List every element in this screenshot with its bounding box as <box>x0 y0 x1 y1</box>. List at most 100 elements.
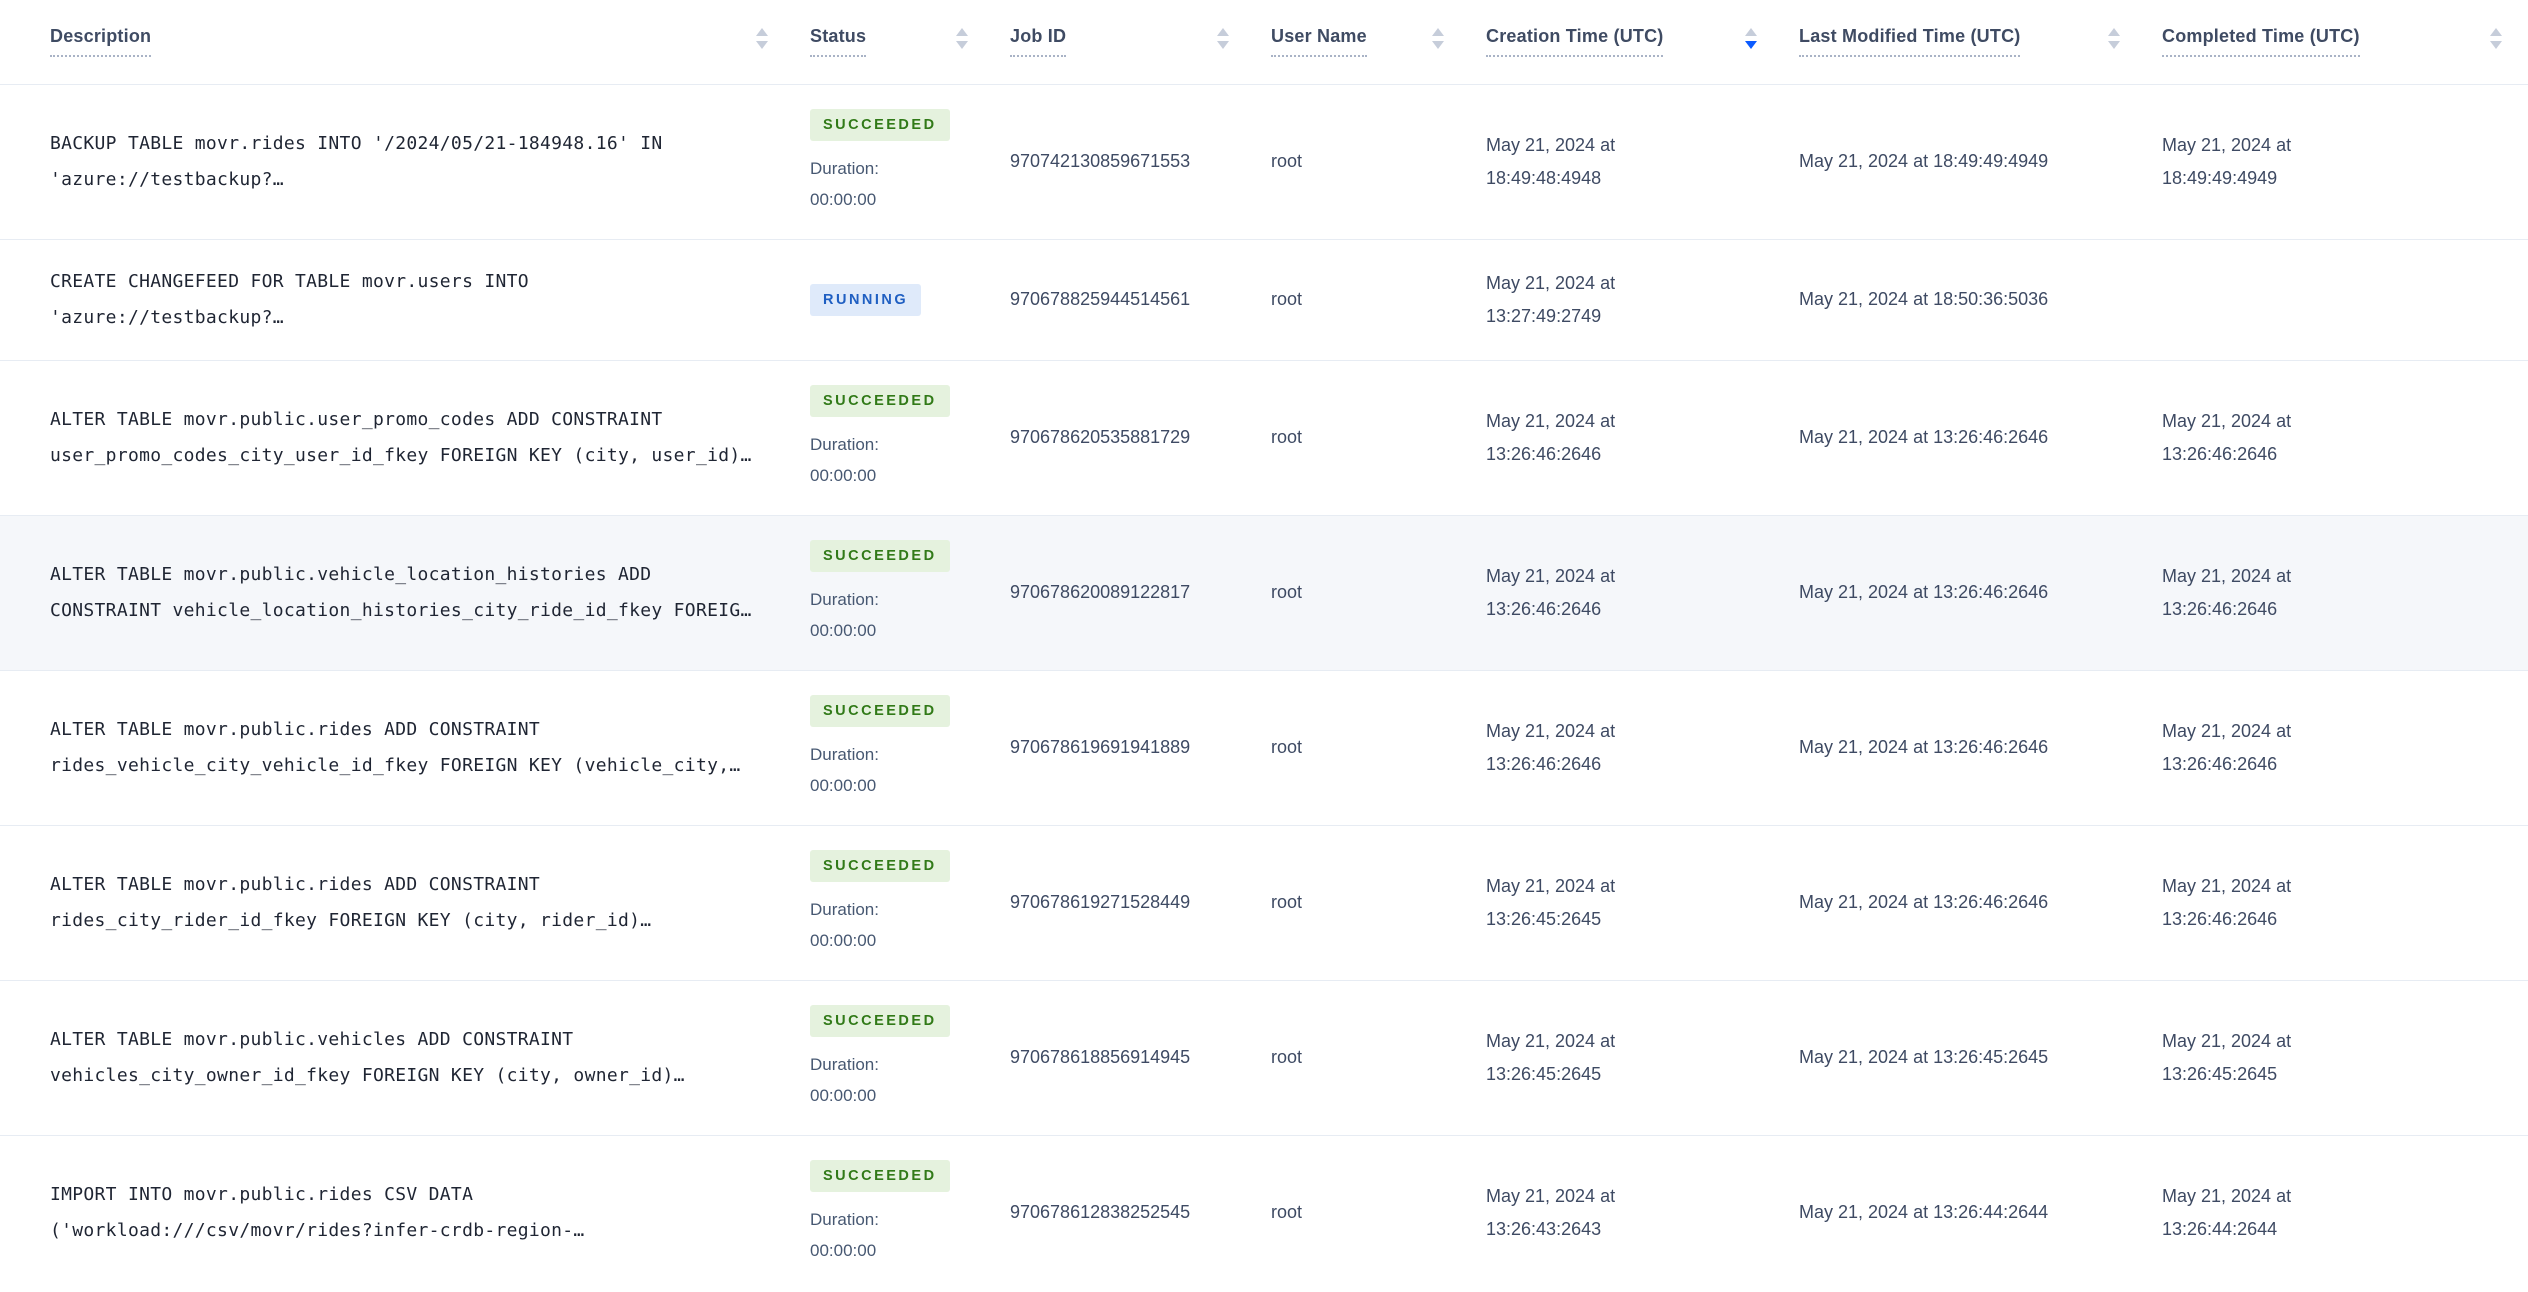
job-description-link[interactable]: IMPORT INTO movr.public.rides CSV DATA (… <box>50 1177 790 1249</box>
creation-time: May 21, 2024 at 13:26:46:2646 <box>1486 565 1616 619</box>
column-header-creation-time-utc[interactable]: Creation Time (UTC) <box>1486 0 1799 85</box>
column-header-last-modified-time-utc[interactable]: Last Modified Time (UTC) <box>1799 0 2162 85</box>
status-badge: SUCCEEDED <box>810 849 950 882</box>
last-modified-time: May 21, 2024 at 18:50:36:5036 <box>1799 289 2049 309</box>
creation-time: May 21, 2024 at 18:49:48:4948 <box>1486 134 1616 188</box>
column-header-job-id[interactable]: Job ID <box>1010 0 1271 85</box>
job-id: 970678825944514561 <box>1010 289 1191 309</box>
jobs-table-body: BACKUP TABLE movr.rides INTO '/2024/05/2… <box>0 84 2528 1290</box>
job-id: 970678620089122817 <box>1010 582 1191 602</box>
job-id: 970678612838252545 <box>1010 1202 1191 1222</box>
job-duration: Duration: 00:00:00 <box>810 1049 1010 1111</box>
user-name: root <box>1271 427 1303 447</box>
completed-time: May 21, 2024 at 13:26:44:2644 <box>2162 1185 2292 1239</box>
duration-value: 00:00:00 <box>810 775 877 795</box>
table-row[interactable]: CREATE CHANGEFEED FOR TABLE movr.users I… <box>0 238 2528 360</box>
user-name: root <box>1271 1202 1303 1222</box>
duration-label: Duration: <box>810 1209 879 1229</box>
duration-label: Duration: <box>810 434 879 454</box>
column-header-label: Creation Time (UTC) <box>1486 26 1664 58</box>
creation-time: May 21, 2024 at 13:26:43:2643 <box>1486 1185 1616 1239</box>
duration-value: 00:00:00 <box>810 930 877 950</box>
duration-label: Duration: <box>810 1054 879 1074</box>
duration-value: 00:00:00 <box>810 1085 877 1105</box>
status-badge: SUCCEEDED <box>810 539 950 572</box>
sort-down-arrow-icon <box>1217 41 1229 50</box>
completed-time: May 21, 2024 at 13:26:46:2646 <box>2162 410 2292 464</box>
job-id: 970678619271528449 <box>1010 892 1191 912</box>
duration-label: Duration: <box>810 589 879 609</box>
job-description-link[interactable]: ALTER TABLE movr.public.user_promo_codes… <box>50 402 790 474</box>
table-row[interactable]: ALTER TABLE movr.public.user_promo_codes… <box>0 359 2528 515</box>
duration-label: Duration: <box>810 158 879 178</box>
sort-down-arrow-icon <box>2490 41 2502 50</box>
completed-time: May 21, 2024 at 18:49:49:4949 <box>2162 134 2292 188</box>
sort-down-arrow-icon <box>1432 41 1444 50</box>
sort-up-arrow-icon <box>1217 28 1229 37</box>
sort-icon <box>756 28 768 50</box>
completed-time: May 21, 2024 at 13:26:45:2645 <box>2162 1030 2292 1084</box>
duration-value: 00:00:00 <box>810 465 877 485</box>
job-id: 970678618856914945 <box>1010 1047 1191 1067</box>
column-header-status[interactable]: Status <box>810 0 1010 85</box>
sort-icon <box>956 28 968 50</box>
user-name: root <box>1271 737 1303 757</box>
duration-label: Duration: <box>810 899 879 919</box>
job-duration: Duration: 00:00:00 <box>810 429 1010 491</box>
last-modified-time: May 21, 2024 at 13:26:46:2646 <box>1799 582 2049 602</box>
user-name: root <box>1271 151 1303 171</box>
table-row[interactable]: BACKUP TABLE movr.rides INTO '/2024/05/2… <box>0 84 2528 239</box>
sort-up-arrow-icon <box>1432 28 1444 37</box>
last-modified-time: May 21, 2024 at 13:26:46:2646 <box>1799 737 2049 757</box>
duration-value: 00:00:00 <box>810 620 877 640</box>
sort-down-arrow-icon <box>2108 41 2120 50</box>
job-description-link[interactable]: CREATE CHANGEFEED FOR TABLE movr.users I… <box>50 264 790 336</box>
status-badge: RUNNING <box>810 283 922 316</box>
sort-up-arrow-icon <box>1745 28 1757 37</box>
table-row[interactable]: ALTER TABLE movr.public.vehicle_location… <box>0 514 2528 670</box>
job-id: 970678619691941889 <box>1010 737 1191 757</box>
table-row[interactable]: ALTER TABLE movr.public.rides ADD CONSTR… <box>0 669 2528 825</box>
job-duration: Duration: 00:00:00 <box>810 1204 1010 1266</box>
user-name: root <box>1271 289 1303 309</box>
column-header-user-name[interactable]: User Name <box>1271 0 1486 85</box>
job-duration: Duration: 00:00:00 <box>810 894 1010 956</box>
job-description-link[interactable]: ALTER TABLE movr.public.rides ADD CONSTR… <box>50 712 790 784</box>
last-modified-time: May 21, 2024 at 18:49:49:4949 <box>1799 151 2049 171</box>
job-description-link[interactable]: ALTER TABLE movr.public.vehicles ADD CON… <box>50 1022 790 1094</box>
completed-time: May 21, 2024 at 13:26:46:2646 <box>2162 565 2292 619</box>
status-badge: SUCCEEDED <box>810 384 950 417</box>
sort-up-arrow-icon <box>956 28 968 37</box>
job-duration: Duration: 00:00:00 <box>810 153 1010 215</box>
sort-up-arrow-icon <box>2490 28 2502 37</box>
job-duration: Duration: 00:00:00 <box>810 739 1010 801</box>
last-modified-time: May 21, 2024 at 13:26:46:2646 <box>1799 427 2049 447</box>
completed-time: May 21, 2024 at 13:26:46:2646 <box>2162 720 2292 774</box>
table-row[interactable]: IMPORT INTO movr.public.rides CSV DATA (… <box>0 1134 2528 1290</box>
column-header-label: Completed Time (UTC) <box>2162 26 2360 58</box>
column-header-label: Description <box>50 26 152 58</box>
header-row: Description Status Job ID User Name Crea… <box>0 0 2528 85</box>
sort-icon <box>1745 28 1757 50</box>
job-description-link[interactable]: ALTER TABLE movr.public.rides ADD CONSTR… <box>50 867 790 939</box>
table-row[interactable]: ALTER TABLE movr.public.vehicles ADD CON… <box>0 979 2528 1135</box>
creation-time: May 21, 2024 at 13:26:46:2646 <box>1486 720 1616 774</box>
status-badge: SUCCEEDED <box>810 694 950 727</box>
sort-down-arrow-icon <box>1745 41 1757 50</box>
column-header-description[interactable]: Description <box>0 0 810 85</box>
sort-icon <box>2490 28 2502 50</box>
job-description-link[interactable]: BACKUP TABLE movr.rides INTO '/2024/05/2… <box>50 126 790 198</box>
column-header-completed-time-utc[interactable]: Completed Time (UTC) <box>2162 0 2528 85</box>
column-header-label: Job ID <box>1010 26 1067 58</box>
last-modified-time: May 21, 2024 at 13:26:45:2645 <box>1799 1047 2049 1067</box>
status-badge: SUCCEEDED <box>810 1159 950 1192</box>
creation-time: May 21, 2024 at 13:26:45:2645 <box>1486 1030 1616 1084</box>
user-name: root <box>1271 582 1303 602</box>
creation-time: May 21, 2024 at 13:26:46:2646 <box>1486 410 1616 464</box>
sort-icon <box>1217 28 1229 50</box>
duration-value: 00:00:00 <box>810 189 877 209</box>
creation-time: May 21, 2024 at 13:26:45:2645 <box>1486 875 1616 929</box>
jobs-table: Description Status Job ID User Name Crea… <box>0 0 2528 1290</box>
job-description-link[interactable]: ALTER TABLE movr.public.vehicle_location… <box>50 557 790 629</box>
table-row[interactable]: ALTER TABLE movr.public.rides ADD CONSTR… <box>0 824 2528 980</box>
